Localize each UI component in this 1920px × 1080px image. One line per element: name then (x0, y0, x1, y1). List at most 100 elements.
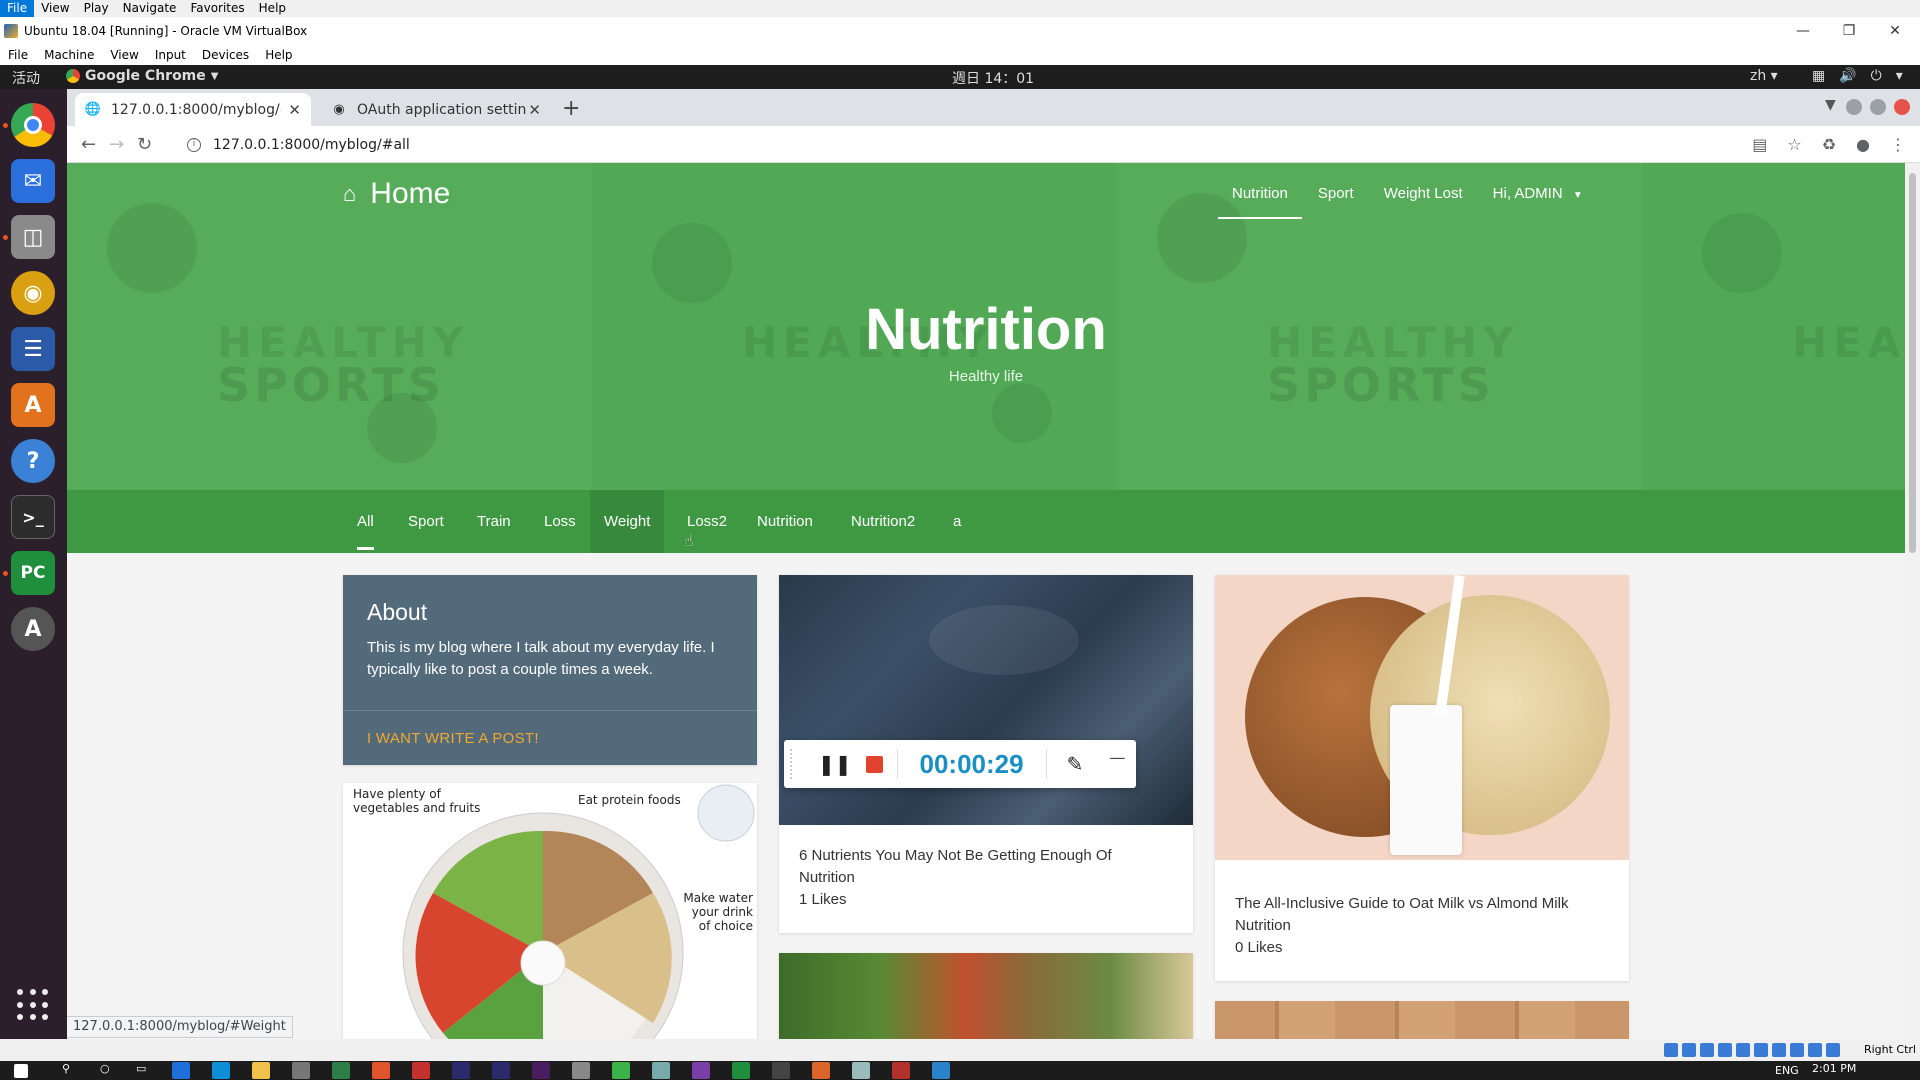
close-tab-icon[interactable]: ✕ (288, 101, 301, 119)
clock[interactable]: 週日 14：01 (952, 68, 1034, 88)
app-icon[interactable] (412, 1062, 430, 1079)
chrome-icon[interactable] (11, 103, 55, 147)
star-icon[interactable]: ☆ (1787, 135, 1801, 154)
rhythmbox-icon[interactable]: ◉ (11, 271, 55, 315)
photoshop-icon[interactable] (452, 1062, 470, 1079)
lightroom-icon[interactable] (492, 1062, 510, 1079)
help-icon[interactable]: ? (11, 439, 55, 483)
app-icon[interactable] (372, 1062, 390, 1079)
cpu-icon[interactable] (1808, 1043, 1822, 1057)
pen-icon[interactable]: ✎ (1067, 752, 1084, 776)
wechat-icon[interactable] (612, 1062, 630, 1079)
category-weight[interactable]: Weight (590, 490, 665, 553)
category-a[interactable]: a (953, 490, 961, 553)
extensions-icon[interactable]: ♻ (1822, 135, 1836, 154)
taskbar-clock[interactable]: 2:01 PM (1812, 1062, 1856, 1075)
files-icon[interactable]: ◫ (11, 215, 55, 259)
disk-icon[interactable] (1664, 1043, 1678, 1057)
reload-icon[interactable]: ↻ (137, 134, 152, 155)
vb-menu-help[interactable]: Help (257, 48, 300, 62)
app-icon[interactable] (572, 1062, 590, 1079)
category-train[interactable]: Train (477, 490, 511, 553)
audio-icon[interactable] (1700, 1043, 1714, 1057)
terminal-icon[interactable]: >_ (11, 495, 55, 539)
app-icon[interactable] (812, 1062, 830, 1079)
back-icon[interactable]: ← (81, 134, 96, 155)
vb-menu-devices[interactable]: Devices (194, 48, 257, 62)
show-apps-icon[interactable] (17, 989, 49, 1021)
nutrition-plate-card[interactable]: Have plenty of vegetables and fruits Eat… (343, 783, 757, 1039)
minimize-icon[interactable]: — (1780, 17, 1826, 45)
outer-menu-view[interactable]: View (34, 0, 76, 17)
category-all[interactable]: All (357, 490, 374, 550)
outer-menu-navigate[interactable]: Navigate (116, 0, 184, 17)
mouse-icon[interactable] (1826, 1043, 1840, 1057)
task-view-icon[interactable]: ▭ (136, 1062, 154, 1079)
more-icon[interactable]: ⋮ (1890, 135, 1906, 154)
writer-icon[interactable]: ☰ (11, 327, 55, 371)
app-icon[interactable] (332, 1062, 350, 1079)
site-brand[interactable]: ⌂ Home (343, 177, 450, 211)
write-post-link[interactable]: I WANT WRITE A POST! (367, 730, 539, 747)
maximize-icon[interactable] (1870, 99, 1886, 115)
post-title[interactable]: 6 Nutrients You May Not Be Getting Enoug… (799, 845, 1179, 889)
outer-menu-play[interactable]: Play (77, 0, 116, 17)
file-explorer-icon[interactable] (252, 1062, 270, 1079)
shared-folder-icon[interactable] (1754, 1043, 1768, 1057)
forward-icon[interactable]: → (109, 134, 124, 155)
onenote-icon[interactable] (692, 1062, 710, 1079)
cortana-icon[interactable]: ○ (100, 1062, 118, 1079)
input-language[interactable]: zh ▾ (1750, 68, 1778, 84)
pause-icon[interactable]: ❚❚ (818, 752, 852, 776)
network-icon[interactable] (1718, 1043, 1732, 1057)
virtualbox-icon[interactable] (772, 1062, 790, 1079)
minimize-icon[interactable] (1846, 99, 1862, 115)
app-icon[interactable] (892, 1062, 910, 1079)
nav-item-weight-lost[interactable]: Weight Lost (1384, 185, 1463, 202)
search-icon[interactable]: ⚲ (62, 1062, 80, 1079)
pycharm-icon[interactable] (732, 1062, 750, 1079)
vb-menu-input[interactable]: Input (147, 48, 194, 62)
premiere-icon[interactable] (532, 1062, 550, 1079)
outer-menu-file[interactable]: File (0, 0, 35, 17)
updater-icon[interactable]: A (11, 607, 55, 651)
restore-icon[interactable]: ❐ (1826, 17, 1872, 45)
category-loss[interactable]: Loss (544, 490, 576, 553)
close-tab-icon[interactable]: ✕ (528, 101, 541, 119)
page-scrollbar[interactable] (1905, 163, 1920, 1039)
edge-icon[interactable] (212, 1062, 230, 1079)
usb-icon[interactable] (1736, 1043, 1750, 1057)
display-icon[interactable] (1772, 1043, 1786, 1057)
activities-button[interactable]: 活动 (12, 68, 40, 88)
close-icon[interactable] (1894, 99, 1910, 115)
post-card[interactable] (779, 953, 1193, 1039)
translate-icon[interactable]: ▤ (1752, 135, 1767, 154)
info-icon[interactable]: i (187, 137, 201, 152)
new-tab-icon[interactable]: + (562, 96, 580, 121)
pycharm-icon[interactable]: PC (11, 551, 55, 595)
system-tray[interactable]: ▦ 🔊 ⏻ ▾ (1812, 68, 1903, 84)
vb-menu-machine[interactable]: Machine (36, 48, 102, 62)
app-icon[interactable] (652, 1062, 670, 1079)
tab-search-icon[interactable]: ▼ (1825, 97, 1836, 113)
profile-icon[interactable]: ● (1856, 135, 1870, 154)
category-sport[interactable]: Sport (408, 490, 444, 553)
nav-item-nutrition[interactable]: Nutrition (1218, 185, 1302, 219)
vb-menu-file[interactable]: File (0, 48, 36, 62)
user-menu[interactable]: Hi, ADMIN ▼ (1493, 185, 1583, 202)
post-card[interactable]: The All-Inclusive Guide to Oat Milk vs A… (1215, 575, 1629, 981)
optical-icon[interactable] (1682, 1043, 1696, 1057)
windows-start-icon[interactable] (14, 1064, 28, 1078)
post-title[interactable]: The All-Inclusive Guide to Oat Milk vs A… (1235, 893, 1615, 937)
category-nutrition2[interactable]: Nutrition2 (851, 490, 915, 553)
app-menu[interactable]: Google Chrome ▼ (66, 68, 218, 84)
outer-menu-favorites[interactable]: Favorites (183, 0, 251, 17)
app-icon[interactable] (932, 1062, 950, 1079)
scrollbar-thumb[interactable] (1909, 173, 1916, 553)
vb-menu-view[interactable]: View (102, 48, 146, 62)
thunderbird-icon[interactable]: ✉ (11, 159, 55, 203)
tab-myblog[interactable]: 🌐 127.0.0.1:8000/myblog/#a ✕ (75, 93, 311, 126)
recording-icon[interactable] (1790, 1043, 1804, 1057)
app-icon[interactable] (852, 1062, 870, 1079)
outer-menu-help[interactable]: Help (252, 0, 293, 17)
